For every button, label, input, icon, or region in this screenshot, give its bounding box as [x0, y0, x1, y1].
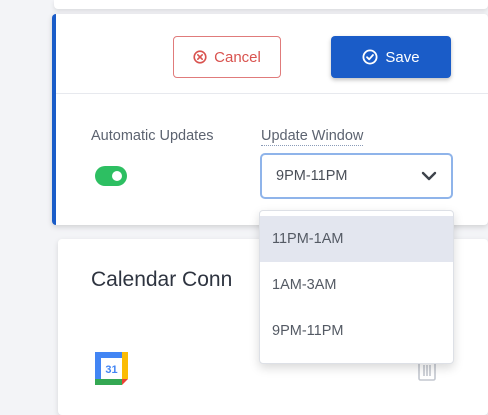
svg-text:31: 31 [105, 364, 117, 376]
chevron-down-icon [421, 171, 437, 181]
cancel-circle-icon [193, 50, 207, 64]
toggle-knob [112, 171, 122, 181]
update-window-select[interactable]: 9PM-11PM [260, 153, 453, 199]
update-window-dropdown: 11PM-1AM 1AM-3AM 9PM-11PM [259, 210, 454, 364]
dropdown-option[interactable]: 9PM-11PM [260, 308, 453, 354]
automatic-updates-toggle[interactable] [95, 166, 127, 186]
save-button[interactable]: Save [331, 36, 451, 78]
cancel-label: Cancel [214, 48, 261, 66]
save-label: Save [385, 48, 420, 66]
update-window-value: 9PM-11PM [276, 168, 348, 184]
check-circle-icon [362, 49, 378, 65]
previous-card-edge [54, 0, 488, 9]
automatic-updates-label: Automatic Updates [91, 128, 214, 144]
update-window-label: Update Window [261, 128, 364, 146]
calendar-connections-title: Calendar Conn [91, 268, 233, 291]
cancel-button[interactable]: Cancel [173, 36, 281, 78]
card-header: Cancel Save [56, 14, 488, 94]
dropdown-option[interactable]: 11PM-1AM [260, 216, 453, 262]
google-calendar-icon: 31 [92, 349, 131, 388]
dropdown-option[interactable]: 1AM-3AM [260, 262, 453, 308]
update-settings-card: Cancel Save Automatic Updates Update Win… [52, 14, 488, 225]
